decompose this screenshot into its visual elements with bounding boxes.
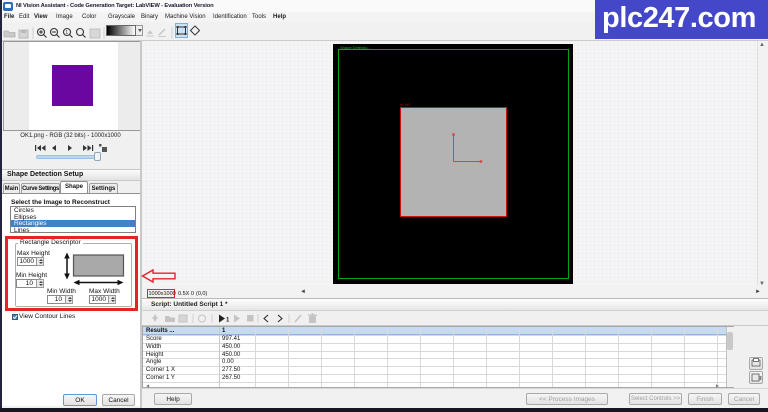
svg-text:1: 1	[226, 318, 230, 324]
svg-text:1: 1	[65, 30, 68, 36]
